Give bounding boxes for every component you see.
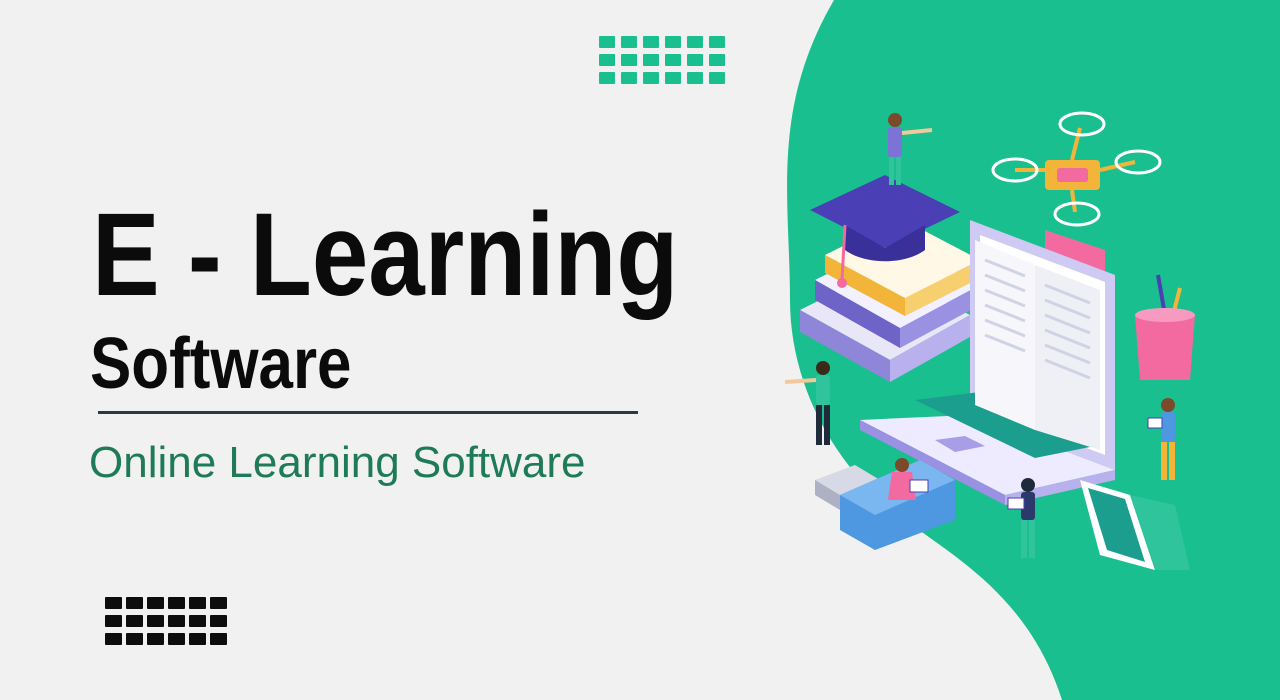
- decorative-dot-grid-top: [599, 36, 725, 84]
- tagline: Online Learning Software: [89, 438, 586, 487]
- drone-icon: [991, 111, 1162, 227]
- e-learning-illustration: [784, 111, 1195, 570]
- calculator-icon: [1080, 480, 1190, 570]
- student-figure-icon: [784, 361, 830, 445]
- student-figure-icon: [1147, 398, 1175, 480]
- pencil-cup-icon: [1135, 274, 1195, 380]
- divider-line: [98, 411, 638, 414]
- page-subtitle: Software: [90, 324, 352, 404]
- page-title: E - Learning: [92, 189, 679, 321]
- usb-drive-icon: [815, 460, 955, 550]
- decorative-dot-grid-bottom: [105, 597, 227, 645]
- student-figure-icon: [888, 113, 933, 185]
